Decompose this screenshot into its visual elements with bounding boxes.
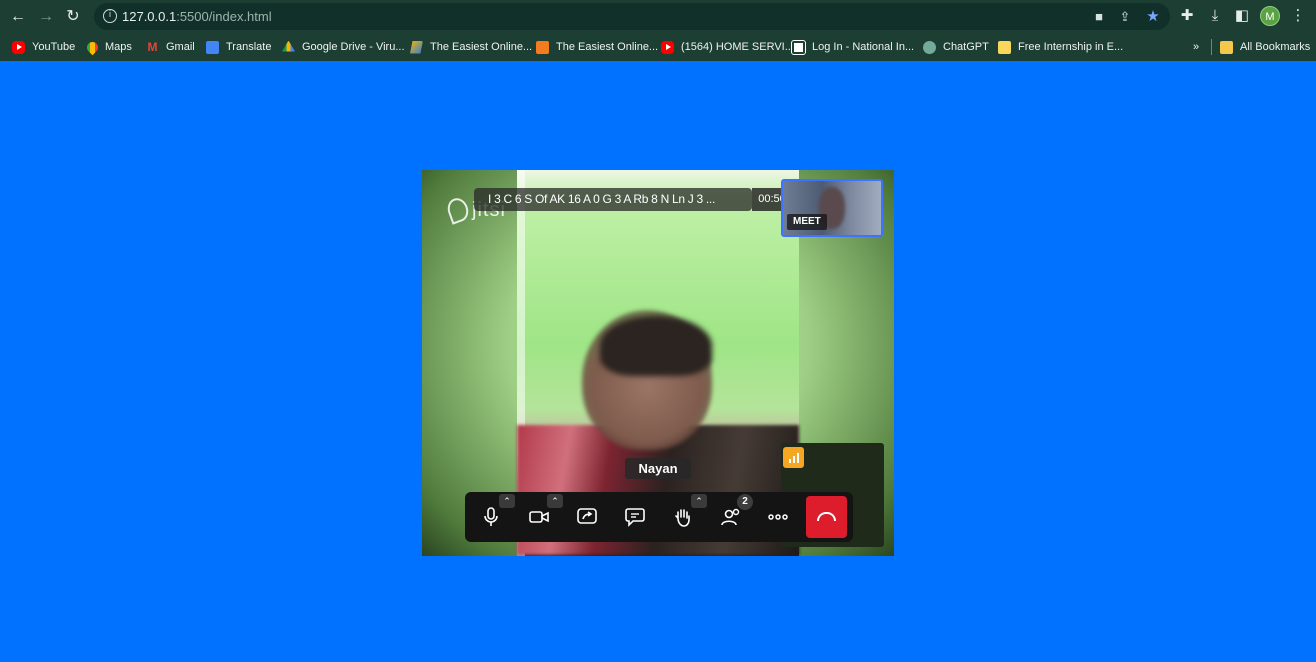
youtube-icon	[661, 40, 674, 54]
bookmark-label: Log In - National In...	[812, 41, 915, 53]
bookmark-label: The Easiest Online...	[556, 41, 659, 53]
bookmark-star-icon[interactable]: ★	[1144, 8, 1162, 26]
menu-kebab-icon[interactable]: ⋮	[1288, 6, 1308, 26]
bookmark-free-internship[interactable]: Free Internship in E...	[998, 39, 1123, 55]
hangup-phone-icon	[817, 512, 836, 521]
bookmark-chatgpt[interactable]: ChatGPT	[923, 39, 989, 55]
forward-arrow-icon[interactable]: →	[35, 6, 57, 28]
self-view-label: MEET	[787, 214, 827, 230]
bookmark-label: ChatGPT	[943, 41, 989, 53]
bookmark-youtube[interactable]: YouTube	[12, 39, 75, 55]
bookmark-gmail[interactable]: M Gmail	[146, 39, 195, 55]
download-icon[interactable]: ⤓	[1205, 6, 1225, 26]
bookmark-label: Free Internship in E...	[1018, 41, 1124, 53]
bookmark-label: The Easiest Online...	[430, 41, 533, 53]
easiest-online-icon	[410, 40, 423, 54]
more-dots-icon	[768, 514, 788, 520]
share-icon[interactable]: ⇪	[1116, 8, 1134, 26]
video-settings-chevron-up-icon[interactable]: ⌃	[547, 494, 563, 508]
more-options-button[interactable]	[762, 501, 794, 533]
bookmark-translate[interactable]: Translate	[206, 39, 271, 55]
browser-chrome: ← → ↻ i 127.0.0.1:5500/index.html ■ ⇪ ★ …	[0, 0, 1316, 61]
bookmark-page-icon	[998, 40, 1011, 54]
participant-hair	[600, 316, 712, 376]
maps-icon	[84, 39, 101, 55]
meeting-subject: I 3 C 6 S Of AK 16 A 0 G 3 A Rb 8 N Ln J…	[474, 188, 752, 211]
bookmarks-overflow-chevron-icon[interactable]: »	[1193, 39, 1199, 55]
url-text[interactable]: 127.0.0.1:5500/index.html	[122, 9, 272, 24]
bookmark-label: Maps	[105, 41, 132, 53]
bookmark-label: Translate	[226, 41, 272, 53]
bookmark-easiest-online-2[interactable]: The Easiest Online...	[536, 39, 658, 55]
gmail-icon: M	[147, 39, 158, 54]
side-panel-icon[interactable]: ◧	[1232, 6, 1252, 26]
all-bookmarks-folder[interactable]: All Bookmarks	[1220, 39, 1310, 55]
screen-share-icon	[577, 508, 597, 524]
bookmark-national-login[interactable]: Log In - National In...	[791, 39, 915, 55]
hangup-button[interactable]	[806, 496, 847, 538]
bookmark-label: Google Drive - Viru...	[302, 41, 405, 53]
camera-icon	[529, 511, 549, 523]
chat-icon	[625, 508, 645, 527]
audio-settings-chevron-up-icon[interactable]: ⌃	[499, 494, 515, 508]
folder-icon	[1220, 40, 1233, 54]
drive-icon	[282, 40, 295, 52]
bookmark-label: YouTube	[32, 41, 76, 53]
bookmark-easiest-online-1[interactable]: The Easiest Online...	[410, 39, 532, 55]
bookmark-home-services[interactable]: (1564) HOME SERVI...	[661, 39, 794, 55]
bookmark-label: (1564) HOME SERVI...	[681, 41, 794, 53]
camera-in-use-icon[interactable]: ■	[1090, 8, 1108, 26]
connection-indicator-icon[interactable]	[783, 447, 804, 468]
translate-icon	[206, 40, 219, 54]
self-view-tile[interactable]: MEET	[781, 179, 883, 237]
bookmarks-divider	[1211, 39, 1212, 55]
microphone-icon	[484, 507, 498, 526]
bookmark-label: All Bookmarks	[1240, 41, 1311, 53]
profile-avatar[interactable]: M	[1260, 6, 1280, 26]
participants-icon	[721, 508, 740, 526]
address-bar[interactable]: i 127.0.0.1:5500/index.html ■ ⇪ ★	[94, 3, 1170, 30]
easiest-online-icon	[536, 40, 549, 54]
bookmarks-bar: YouTube Maps M Gmail Translate Google Dri…	[0, 33, 1316, 61]
reload-icon[interactable]: ↻	[62, 6, 84, 28]
jitsi-logo-icon	[444, 195, 472, 225]
national-icon	[791, 39, 806, 55]
browser-toolbar: ← → ↻ i 127.0.0.1:5500/index.html ■ ⇪ ★ …	[0, 0, 1316, 33]
chatgpt-icon	[923, 40, 936, 54]
participants-count-badge: 2	[737, 494, 753, 510]
back-arrow-icon[interactable]: ←	[7, 6, 29, 28]
meeting-container: jitsi I 3 C 6 S Of AK 16 A 0 G 3 A Rb 8 …	[422, 170, 894, 556]
reactions-chevron-up-icon[interactable]: ⌃	[691, 494, 707, 508]
site-info-icon[interactable]: i	[103, 9, 117, 23]
participant-name-tag: Nayan	[625, 458, 691, 479]
raise-hand-icon	[675, 509, 690, 527]
url-host: 127.0.0.1	[122, 9, 177, 24]
meeting-toolbar: ⌃ ⌃ ⌃ 2	[465, 492, 853, 542]
screen-share-button[interactable]	[571, 501, 603, 533]
chat-button[interactable]	[619, 501, 651, 533]
bookmark-google-drive[interactable]: Google Drive - Viru...	[282, 39, 405, 55]
extensions-icon[interactable]: ✚	[1177, 6, 1197, 26]
bookmark-label: Gmail	[166, 41, 195, 53]
youtube-icon	[12, 40, 25, 54]
bookmark-maps[interactable]: Maps	[84, 39, 132, 55]
url-path: :5500/index.html	[176, 9, 272, 24]
